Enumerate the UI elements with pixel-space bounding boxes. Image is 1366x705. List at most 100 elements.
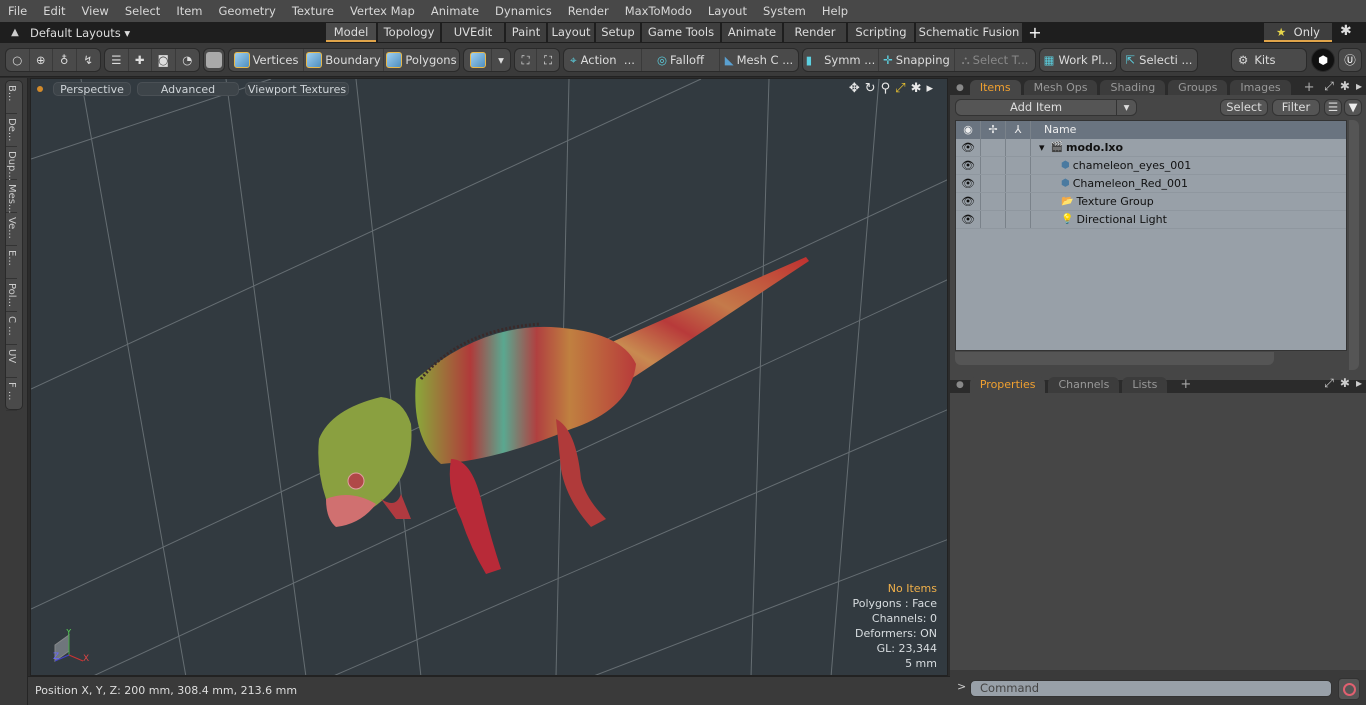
left-tab[interactable]: Pol... [6,279,17,312]
lock-cell[interactable] [981,193,1006,210]
list-options-icon[interactable]: ☰ [1324,99,1342,116]
left-tab[interactable]: Ve... [6,213,17,246]
settings-gear-icon[interactable]: ✱ [911,81,922,96]
menu-edit[interactable]: Edit [35,0,73,22]
lock-cell[interactable] [981,175,1006,192]
add-layout-tab-button[interactable]: + [1024,23,1046,42]
tree-row[interactable]: 👁 💡 Directional Light [956,211,1346,229]
name-column-header[interactable]: Name [1031,121,1076,139]
select-button[interactable]: Select [1220,99,1268,116]
3d-viewport[interactable]: Perspective Advanced Viewport Textures ✥… [30,78,948,676]
gear-icon[interactable]: ✱ [1340,23,1352,39]
expand-arrow-icon[interactable]: ▸ [926,81,933,96]
boundary-button[interactable]: Boundary [304,49,384,71]
menu-help[interactable]: Help [814,0,856,22]
left-tab[interactable]: E... [6,246,17,279]
layout-tab-schematic-fusion[interactable]: Schematic Fusion [916,23,1022,42]
mesh-constraint-button[interactable]: ◣ Mesh C ... [720,49,798,71]
material-mode-button[interactable] [464,49,492,71]
tree-item-label[interactable]: chameleon_eyes_001 [1073,157,1192,174]
maximize-panel-icon[interactable]: ⤢ [1324,79,1334,94]
left-tab[interactable]: UV [6,345,17,378]
tree-item-label[interactable]: modo.lxo [1066,139,1123,156]
pen-tool-icon[interactable]: ♁ [53,49,77,71]
tab-properties[interactable]: Properties [969,377,1046,393]
align-tool-icon[interactable]: ☰ [105,49,129,71]
filter-button[interactable]: Filter [1272,99,1320,116]
layout-tab-layout[interactable]: Layout [548,23,594,42]
collapse-arrow-icon[interactable]: ▲ [0,27,30,38]
transform-local-icon[interactable]: ⛶ [537,49,559,71]
left-tab[interactable]: B... [6,81,17,114]
menu-maxtomodo[interactable]: MaxToModo [617,0,700,22]
axis-column-icon[interactable]: ⅄ [1006,121,1031,139]
tree-item-label[interactable]: Texture Group [1076,193,1153,210]
left-tab[interactable]: De... [6,114,17,147]
horizontal-scrollbar[interactable] [955,352,1274,365]
menu-item[interactable]: Item [168,0,210,22]
modo-logo-button[interactable]: ⬢ [1311,48,1335,72]
advanced-button[interactable]: Advanced [137,82,239,96]
maximize-icon[interactable]: ⤢ [895,81,905,96]
vertical-scrollbar[interactable] [1349,120,1359,370]
dial-tool-icon[interactable]: ◔ [176,49,199,71]
circle-tool-icon[interactable]: ○ [6,49,30,71]
expand-arrow-icon[interactable]: ▾ [1039,139,1045,156]
default-layouts-dropdown[interactable]: Default Layouts ▾ [30,26,326,40]
symmetry-button[interactable]: ▮ Symm ... [803,49,879,71]
perspective-button[interactable]: Perspective [53,82,131,96]
lock-cell[interactable] [981,211,1006,228]
eye-icon[interactable]: 👁 [956,139,981,156]
tab-shading[interactable]: Shading [1100,80,1166,96]
select-through-button[interactable]: ⛬ Select T... [955,49,1035,71]
polygons-button[interactable]: Polygons [384,49,459,71]
layout-tab-paint[interactable]: Paint [506,23,546,42]
left-tab[interactable]: Dup... [6,147,17,181]
layout-tab-animate[interactable]: Animate [722,23,782,42]
viewport-status-dot[interactable] [37,86,43,92]
visibility-column-icon[interactable]: ◉ [956,121,981,139]
layout-tab-render[interactable]: Render [784,23,846,42]
eye-icon[interactable]: 👁 [956,193,981,210]
tree-row[interactable]: 👁 ⬢ chameleon_eyes_001 [956,157,1346,175]
layout-tab-uvedit[interactable]: UVEdit [442,23,504,42]
lock-cell[interactable] [981,139,1006,156]
tab-mesh-ops[interactable]: Mesh Ops [1023,80,1098,96]
tree-row[interactable]: 👁 ▾ 🎬 modo.lxo [956,139,1346,157]
panel-arrow-icon[interactable]: ▸ [1356,376,1362,391]
falloff-button[interactable]: ◎ Falloff [642,49,720,71]
add-item-dropdown-icon[interactable]: ▾ [1116,100,1136,115]
layout-tab-game-tools[interactable]: Game Tools [642,23,720,42]
menu-layout[interactable]: Layout [700,0,755,22]
panel-arrow-icon[interactable]: ▸ [1356,79,1362,94]
menu-file[interactable]: File [0,0,35,22]
pan-icon[interactable]: ✥ [849,81,860,96]
layout-tab-topology[interactable]: Topology [378,23,440,42]
panel-gear-icon[interactable]: ✱ [1340,376,1350,391]
eye-icon[interactable]: 👁 [956,211,981,228]
only-button[interactable]: ★ Only [1264,23,1332,42]
tree-row[interactable]: 👁 ⬢ Chameleon_Red_001 [956,175,1346,193]
eye-icon[interactable]: 👁 [956,175,981,192]
left-tab[interactable]: C ... [6,312,17,345]
menu-system[interactable]: System [755,0,814,22]
menu-vertex-map[interactable]: Vertex Map [342,0,423,22]
layout-tab-scripting[interactable]: Scripting [848,23,914,42]
menu-geometry[interactable]: Geometry [211,0,284,22]
vertices-button[interactable]: Vertices [229,49,304,71]
command-input[interactable]: Command [970,680,1332,697]
menu-dynamics[interactable]: Dynamics [487,0,560,22]
menu-texture[interactable]: Texture [284,0,342,22]
frame-tool-icon[interactable]: ◙ [152,49,176,71]
kits-button[interactable]: ⚙ Kits [1231,48,1307,72]
layout-tab-setup[interactable]: Setup [596,23,640,42]
panel-dot-icon[interactable]: ● [956,83,964,93]
tab-items[interactable]: Items [969,80,1021,96]
add-tab-button[interactable]: + [1294,80,1325,96]
action-button[interactable]: ⌖ Action ... [564,49,642,71]
layout-tab-model[interactable]: Model [326,23,376,42]
menu-animate[interactable]: Animate [423,0,487,22]
sphere-tool-icon[interactable]: ⊕ [30,49,53,71]
zoom-icon[interactable]: ⚲ [881,81,891,96]
tree-item-label[interactable]: Chameleon_Red_001 [1073,175,1188,192]
